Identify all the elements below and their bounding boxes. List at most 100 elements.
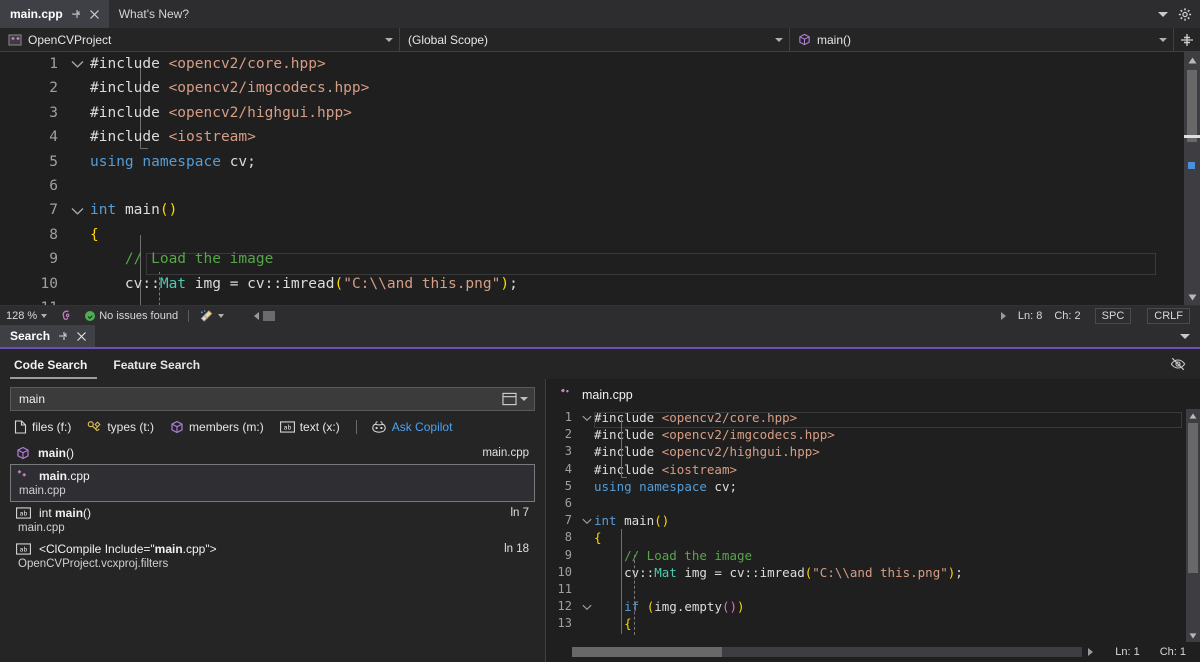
preview-line[interactable]: 9 // Load the image xyxy=(546,547,1200,564)
scroll-up-arrow[interactable] xyxy=(1186,409,1200,422)
tab-search[interactable]: Search xyxy=(0,325,96,347)
preview-line[interactable]: 6 xyxy=(546,495,1200,512)
search-result-title: int main() xyxy=(39,506,92,520)
editor-horizontal-scrollbar[interactable] xyxy=(248,306,281,326)
divider xyxy=(188,309,190,322)
close-icon[interactable] xyxy=(76,331,87,342)
chevron-down-icon[interactable] xyxy=(580,518,594,524)
scrollbar-thumb[interactable] xyxy=(263,310,276,321)
editor-line[interactable]: 11 xyxy=(18,296,1184,305)
indent-mode[interactable]: SPC xyxy=(1094,307,1132,324)
editor-line[interactable]: 8{ xyxy=(18,223,1184,247)
issues-status[interactable]: No issues found xyxy=(79,306,184,326)
search-result-row[interactable]: main() main.cpp xyxy=(10,442,535,464)
preview-line[interactable]: 2 #include <opencv2/imgcodecs.hpp> xyxy=(546,426,1200,443)
line-ending-mode[interactable]: CRLF xyxy=(1147,307,1190,324)
preview-line[interactable]: 4 #include <iostream> xyxy=(546,461,1200,478)
editor-line[interactable]: 10 cv::Mat img = cv::imread("C:\\and thi… xyxy=(18,272,1184,296)
editor-line[interactable]: 6 xyxy=(18,174,1184,198)
filter-files[interactable]: files (f:) xyxy=(14,420,71,434)
scrollbar-thumb[interactable] xyxy=(1188,423,1198,573)
chevron-down-icon[interactable] xyxy=(66,60,88,68)
search-results-pane: files (f:) types (t:) xyxy=(0,379,545,662)
line-number: 5 xyxy=(49,153,58,170)
filter-types-label: types (t:) xyxy=(107,420,155,434)
preview-line[interactable]: 5 using namespace cv; xyxy=(546,478,1200,495)
preview-code[interactable]: 1 #include <opencv2/core.hpp> 2 #include <o… xyxy=(546,409,1200,642)
chevron-down-icon[interactable] xyxy=(580,604,594,610)
editor-selection-margin xyxy=(0,52,18,305)
zoom-control[interactable]: 128 % xyxy=(0,306,53,326)
chevron-down-icon[interactable] xyxy=(1159,37,1167,42)
tab-main-cpp[interactable]: main.cpp xyxy=(0,0,109,28)
preview-line[interactable]: 12 if (img.empty()) xyxy=(546,598,1200,615)
scope-label: (Global Scope) xyxy=(408,32,489,47)
editor-line[interactable]: 7 int main() xyxy=(18,198,1184,222)
preview-line[interactable]: 11 xyxy=(546,581,1200,598)
line-content: using namespace cv; xyxy=(594,478,738,494)
chevron-down-icon[interactable] xyxy=(66,207,88,215)
chevron-down-icon[interactable] xyxy=(41,313,48,318)
editor-line[interactable]: 1 #include <opencv2/core.hpp> xyxy=(18,52,1184,76)
scrollbar-thumb[interactable] xyxy=(1187,70,1197,142)
filter-types[interactable]: types (t:) xyxy=(87,420,154,434)
preview-horizontal-scrollbar[interactable] xyxy=(572,647,1083,657)
gear-icon[interactable] xyxy=(1178,7,1192,21)
eye-off-icon xyxy=(1170,357,1186,371)
chevron-down-icon[interactable] xyxy=(218,313,225,318)
code-editor-text[interactable]: 1 #include <opencv2/core.hpp> 2 #include <o… xyxy=(18,52,1184,305)
visual-studio-window: main.cpp What's New? OpenCVProject (Glob… xyxy=(0,0,1200,662)
preview-line[interactable]: 13 { xyxy=(546,615,1200,632)
search-window-menu[interactable] xyxy=(1180,325,1200,347)
chevron-down-icon[interactable] xyxy=(580,415,594,421)
search-result-row[interactable]: ab int main() ln 7 main.cpp xyxy=(10,502,535,538)
tab-feature-search[interactable]: Feature Search xyxy=(109,354,210,379)
scroll-up-arrow[interactable] xyxy=(1184,52,1200,68)
preview-line[interactable]: 7 int main() xyxy=(546,512,1200,529)
tab-code-search[interactable]: Code Search xyxy=(10,354,98,379)
scroll-right-arrow[interactable] xyxy=(995,306,1012,326)
filter-text[interactable]: ab text (x:) xyxy=(279,420,340,434)
preview-vertical-scrollbar[interactable] xyxy=(1186,409,1200,642)
line-number: 7 xyxy=(564,513,572,528)
svg-text:ab: ab xyxy=(20,546,28,554)
search-box[interactable] xyxy=(10,387,535,411)
chevron-down-icon[interactable] xyxy=(520,397,528,401)
preview-toggle-button[interactable] xyxy=(1170,356,1200,372)
intellicode-icon[interactable] xyxy=(53,306,79,326)
editor-line[interactable]: 3 #include <opencv2/highgui.hpp> xyxy=(18,101,1184,125)
chevron-down-icon[interactable] xyxy=(385,37,393,42)
pin-icon[interactable] xyxy=(70,8,82,20)
chevron-down-icon[interactable] xyxy=(775,37,783,42)
scroll-down-arrow[interactable] xyxy=(1186,629,1200,642)
close-icon[interactable] xyxy=(89,8,101,20)
editor-line[interactable]: 5 using namespace cv; xyxy=(18,150,1184,174)
editor-line[interactable]: 4 #include <iostream> xyxy=(18,125,1184,149)
search-results-list[interactable]: main() main.cpp main.cpp main.cpp ab int main… xyxy=(0,442,545,662)
filter-members[interactable]: members (m:) xyxy=(170,420,264,434)
chevron-down-icon[interactable] xyxy=(1180,333,1190,339)
tab-whats-new[interactable]: What's New? xyxy=(109,0,197,28)
pin-icon[interactable] xyxy=(57,330,69,342)
preview-line[interactable]: 3 #include <opencv2/highgui.hpp> xyxy=(546,443,1200,460)
chevron-down-icon[interactable] xyxy=(1158,11,1168,17)
scope-dropdown[interactable]: (Global Scope) xyxy=(400,28,790,51)
symbol-dropdown[interactable]: main() xyxy=(790,28,1174,51)
editor-vertical-scrollbar[interactable] xyxy=(1184,52,1200,305)
code-cleanup-button[interactable] xyxy=(193,306,230,326)
types-icon xyxy=(87,420,102,434)
split-window-icon[interactable] xyxy=(1174,28,1200,51)
search-result-row[interactable]: ab <ClCompile Include="main.cpp"> ln 18 Ope… xyxy=(10,538,535,574)
search-result-row[interactable]: main.cpp main.cpp xyxy=(10,464,535,502)
scroll-down-arrow[interactable] xyxy=(1184,289,1200,305)
editor-line[interactable]: 9 // Load the image xyxy=(18,247,1184,271)
project-dropdown[interactable]: OpenCVProject xyxy=(0,28,400,51)
preview-line[interactable]: 10 cv::Mat img = cv::imread("C:\\and thi… xyxy=(546,564,1200,581)
editor-line[interactable]: 2 #include <opencv2/imgcodecs.hpp> xyxy=(18,76,1184,100)
preview-line[interactable]: 8{ xyxy=(546,529,1200,546)
search-input[interactable] xyxy=(19,392,500,406)
scroll-right-arrow[interactable] xyxy=(1088,648,1094,656)
search-options-button[interactable] xyxy=(500,392,530,406)
scroll-left-arrow[interactable] xyxy=(254,311,260,320)
ask-copilot-button[interactable]: Ask Copilot xyxy=(371,420,452,434)
